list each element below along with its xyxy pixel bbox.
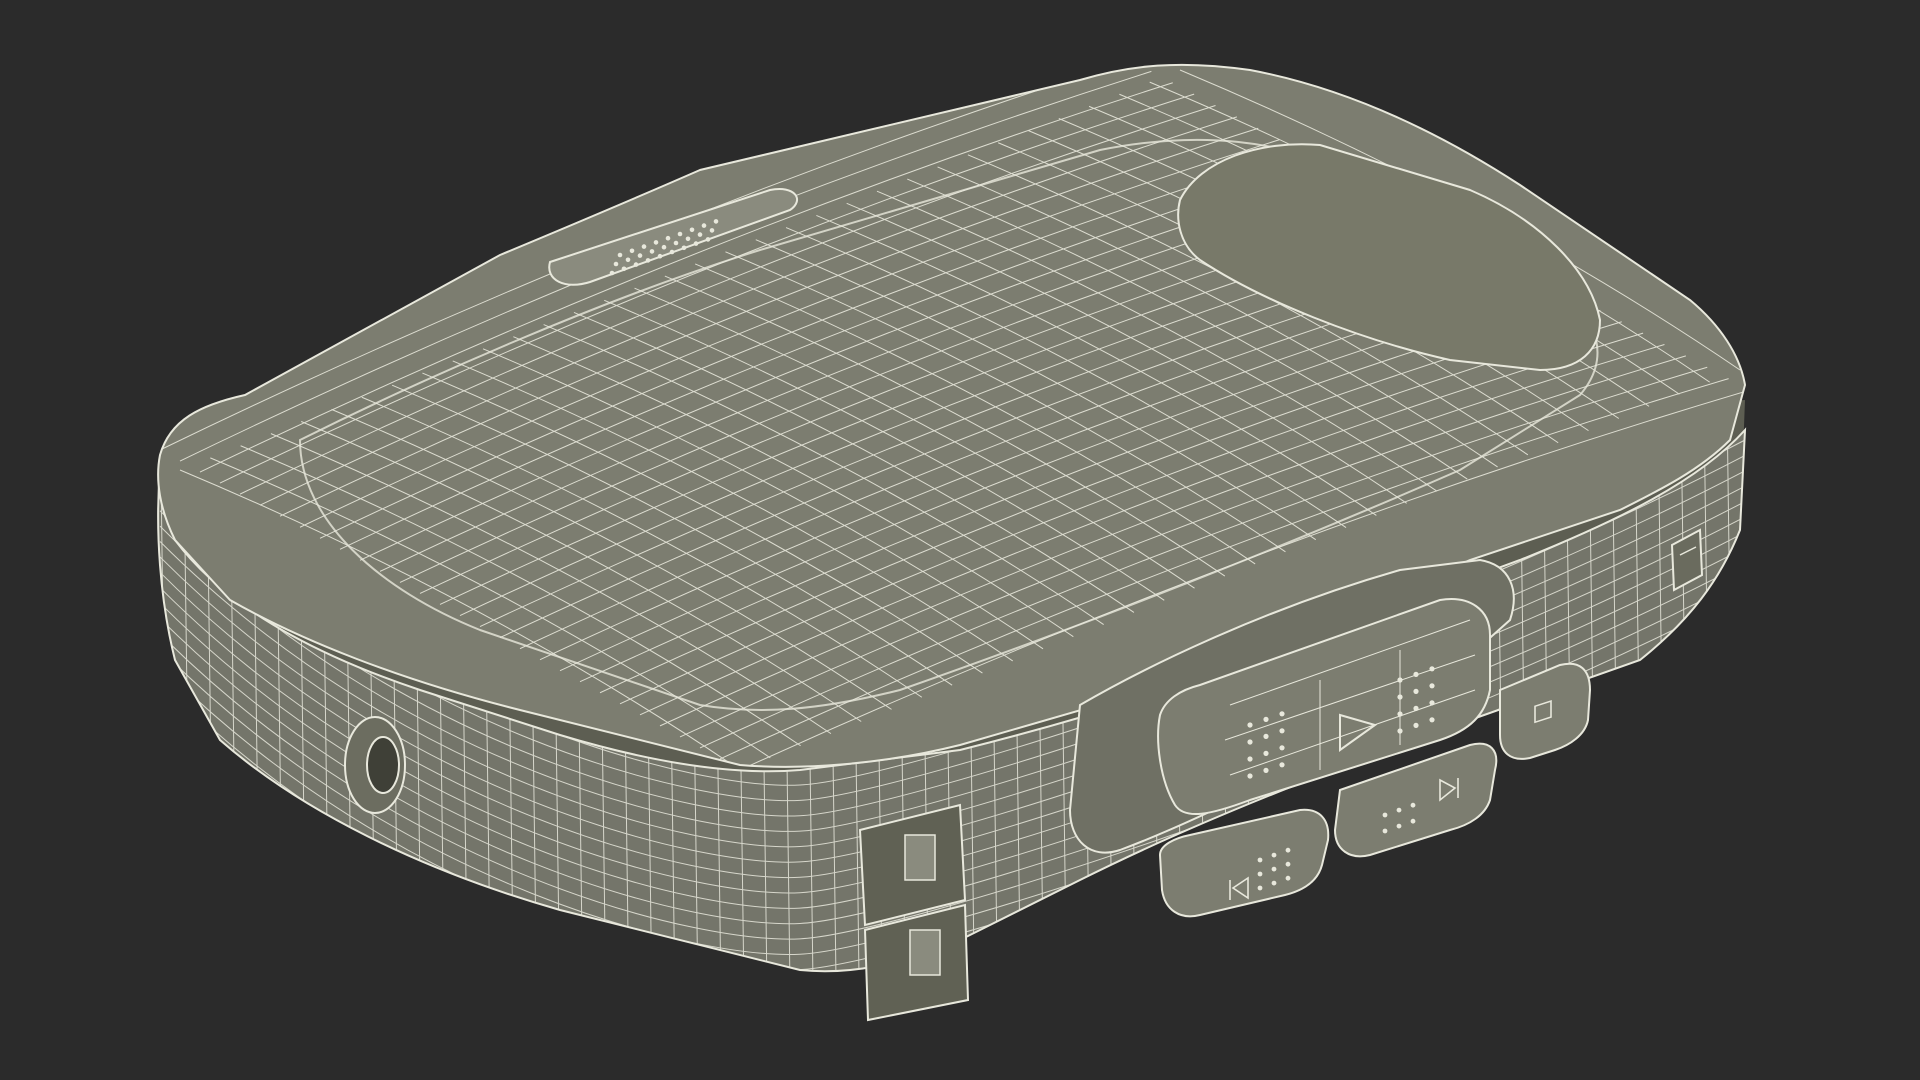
grip-dot bbox=[613, 261, 619, 267]
grip-dot bbox=[1410, 818, 1416, 824]
grip-dot bbox=[709, 228, 715, 233]
grip-dot bbox=[1285, 875, 1291, 881]
grip-dot bbox=[649, 249, 655, 254]
grip-dot bbox=[1257, 871, 1263, 877]
grip-dot bbox=[657, 253, 663, 259]
grip-dot bbox=[1429, 683, 1435, 689]
grip-dot bbox=[621, 266, 627, 272]
grip-dot bbox=[1382, 828, 1388, 834]
volume-slider[interactable] bbox=[858, 803, 970, 1022]
grip-dot bbox=[609, 270, 615, 276]
headphone-jack[interactable] bbox=[344, 716, 406, 814]
grip-dot bbox=[1263, 716, 1269, 723]
grip-dot bbox=[1410, 802, 1416, 808]
grip-dot bbox=[1397, 677, 1403, 683]
grip-dot bbox=[1382, 812, 1388, 818]
grip-dot bbox=[1279, 711, 1285, 717]
grip-dot bbox=[653, 240, 659, 245]
grip-dot bbox=[1263, 733, 1269, 740]
grip-dot bbox=[1247, 722, 1253, 728]
grip-dot bbox=[689, 227, 695, 233]
grip-dot bbox=[637, 253, 643, 258]
grip-dot bbox=[713, 219, 719, 224]
viewport bbox=[0, 0, 1920, 1080]
grip-dot bbox=[1396, 807, 1402, 813]
grip-dot bbox=[673, 240, 679, 246]
wireframe-scene bbox=[157, 63, 1758, 1022]
grip-dot bbox=[1429, 666, 1435, 672]
front-wire bbox=[1750, 400, 1758, 1000]
grip-dot bbox=[645, 258, 651, 263]
grip-dot bbox=[633, 262, 639, 267]
grip-dot bbox=[665, 235, 671, 241]
grip-dot bbox=[669, 249, 675, 255]
grip-dot bbox=[1271, 852, 1277, 858]
grip-dot bbox=[1257, 885, 1263, 891]
grip-dot bbox=[1257, 857, 1263, 863]
grip-dot bbox=[1397, 711, 1403, 717]
grip-dot bbox=[1413, 705, 1419, 712]
grip-dot bbox=[1279, 728, 1285, 734]
grip-dot bbox=[685, 236, 691, 242]
grip-dot bbox=[641, 244, 647, 249]
grip-dot bbox=[1429, 700, 1435, 706]
grip-dot bbox=[1263, 750, 1269, 757]
grip-dot bbox=[705, 237, 711, 242]
grip-dot bbox=[1279, 745, 1285, 751]
grip-dot bbox=[1247, 756, 1253, 762]
grip-dot bbox=[1271, 880, 1277, 886]
grip-dot bbox=[1285, 861, 1291, 867]
grip-dot bbox=[681, 245, 687, 251]
grip-dot bbox=[1247, 739, 1253, 745]
grip-dot bbox=[697, 232, 703, 237]
grip-dot bbox=[1263, 767, 1269, 774]
grip-dot bbox=[677, 231, 683, 237]
grip-dot bbox=[1285, 847, 1291, 853]
grip-dot bbox=[1429, 717, 1435, 723]
grip-dot bbox=[625, 257, 631, 263]
grip-dot bbox=[1413, 671, 1419, 678]
grip-dot bbox=[1271, 866, 1277, 872]
grip-dot bbox=[1247, 773, 1253, 779]
grip-dot bbox=[1413, 688, 1419, 695]
grip-dot bbox=[1397, 694, 1403, 700]
grip-dot bbox=[1397, 728, 1403, 734]
grip-dot bbox=[1413, 722, 1419, 729]
grip-dot bbox=[701, 223, 707, 228]
grip-dot bbox=[1279, 762, 1285, 768]
grip-dot bbox=[1396, 823, 1402, 829]
grip-dot bbox=[629, 248, 635, 254]
grip-dot bbox=[617, 252, 623, 258]
grip-dot bbox=[693, 241, 699, 246]
grip-dot bbox=[661, 244, 667, 250]
